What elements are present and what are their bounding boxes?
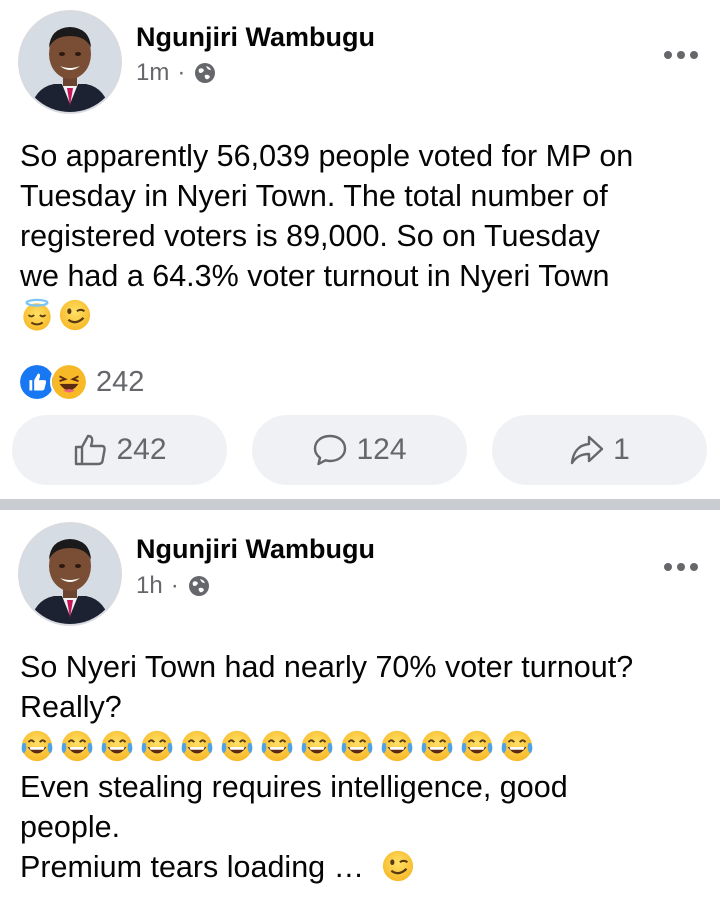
haha-reaction-icon — [50, 363, 88, 401]
author-avatar[interactable] — [18, 522, 122, 626]
crying-laughing-emoji-icon — [420, 729, 454, 763]
halo-face-emoji-icon — [20, 298, 54, 332]
more-options-button[interactable] — [664, 51, 698, 59]
emoji-line — [20, 296, 705, 336]
post-2: Ngunjiri Wambugu 1h · So Nyeri Town had … — [0, 510, 720, 910]
dot-icon — [677, 51, 685, 59]
post-text: So apparently 56,039 people voted for MP… — [20, 136, 705, 336]
globe-icon — [193, 61, 217, 85]
crying-laughing-emoji-icon — [340, 729, 374, 763]
meta-separator: · — [177, 59, 186, 86]
post-1: Ngunjiri Wambugu 1m · So apparently 56,0… — [0, 0, 720, 499]
dot-icon — [677, 563, 685, 571]
crying-laughing-emoji-icon — [180, 729, 214, 763]
share-button[interactable]: 1 — [492, 415, 707, 485]
globe-icon — [187, 574, 211, 598]
crying-laughing-emoji-icon — [60, 729, 94, 763]
post-line: Tuesday in Nyeri Town. The total number … — [20, 179, 608, 213]
more-options-button[interactable] — [664, 563, 698, 571]
winking-face-emoji-icon — [381, 849, 415, 883]
avatar-photo — [20, 524, 120, 624]
share-icon — [570, 435, 604, 465]
post-time[interactable]: 1m — [136, 59, 169, 87]
crying-laughing-emoji-icon — [220, 729, 254, 763]
post-line: So Nyeri Town had nearly 70% voter turno… — [20, 650, 634, 684]
dot-icon — [664, 563, 672, 571]
dot-icon — [690, 563, 698, 571]
dot-icon — [690, 51, 698, 59]
crying-laughing-emoji-icon — [380, 729, 414, 763]
reaction-count: 242 — [96, 365, 145, 398]
post-line: registered voters is 89,000. So on Tuesd… — [20, 219, 600, 253]
crying-laughing-emoji-row — [20, 727, 705, 767]
post-line: people. — [20, 810, 121, 844]
post-line-with-emoji: Premium tears loading … — [20, 847, 705, 887]
author-avatar[interactable] — [18, 10, 122, 114]
crying-laughing-emoji-icon — [460, 729, 494, 763]
crying-laughing-emoji-icon — [300, 729, 334, 763]
feed-separator — [0, 499, 720, 510]
crying-laughing-emoji-icon — [20, 729, 54, 763]
crying-laughing-emoji-icon — [500, 729, 534, 763]
author-name[interactable]: Ngunjiri Wambugu — [136, 534, 375, 565]
share-count: 1 — [613, 433, 630, 466]
dot-icon — [664, 51, 672, 59]
post-line: Really? — [20, 690, 122, 724]
comment-icon — [314, 434, 347, 466]
post-meta: 1h · — [136, 572, 211, 600]
like-button[interactable]: 242 — [12, 415, 227, 485]
author-name[interactable]: Ngunjiri Wambugu — [136, 22, 375, 53]
post-line: So apparently 56,039 people voted for MP… — [20, 139, 634, 173]
post-line: Even stealing requires intelligence, goo… — [20, 770, 568, 804]
post-time[interactable]: 1h — [136, 572, 163, 600]
post-text: So Nyeri Town had nearly 70% voter turno… — [20, 647, 705, 887]
winking-face-emoji-icon — [58, 298, 92, 332]
post-meta: 1m · — [136, 59, 217, 87]
thumbs-up-icon — [75, 434, 107, 466]
comment-count: 124 — [356, 433, 407, 466]
reactions-summary[interactable]: 242 — [18, 363, 144, 401]
crying-laughing-emoji-icon — [260, 729, 294, 763]
comment-button[interactable]: 124 — [252, 415, 467, 485]
post-line: Premium tears loading … — [20, 850, 365, 884]
like-count: 242 — [116, 433, 167, 466]
meta-separator: · — [170, 572, 179, 599]
post-line: we had a 64.3% voter turnout in Nyeri To… — [20, 259, 610, 293]
crying-laughing-emoji-icon — [140, 729, 174, 763]
crying-laughing-emoji-icon — [100, 729, 134, 763]
avatar-photo — [20, 12, 120, 112]
